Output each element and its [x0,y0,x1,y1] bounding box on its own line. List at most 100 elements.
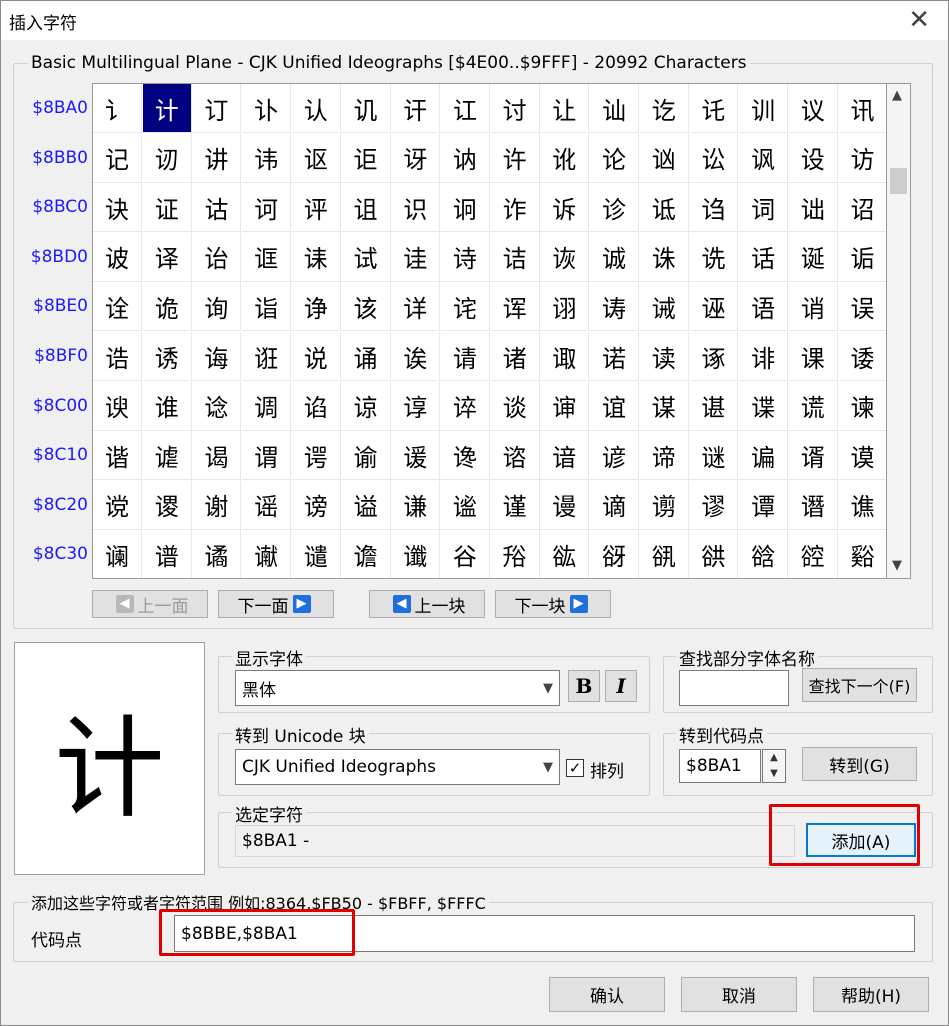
ok-button[interactable]: 确认 [549,977,665,1012]
char-cell[interactable]: 诲 [192,332,242,381]
char-cell[interactable]: 诜 [689,232,739,282]
char-cell[interactable]: 词 [739,183,789,233]
next-page-button[interactable]: 下一面 ▶ [218,590,334,618]
char-cell[interactable]: 讦 [391,84,441,133]
char-cell[interactable]: 诏 [838,183,886,233]
char-cell[interactable]: 谳 [242,530,292,578]
vertical-scrollbar[interactable]: ▲ ▼ [887,83,911,579]
char-cell[interactable]: 谼 [689,530,739,578]
cancel-button[interactable]: 取消 [681,977,797,1012]
char-cell[interactable]: 谐 [93,431,142,481]
char-cell[interactable]: 谹 [540,530,590,578]
goto-button[interactable]: 转到(G) [802,747,917,781]
char-cell[interactable]: 谠 [93,480,142,530]
char-cell[interactable]: 讶 [391,133,441,183]
char-cell[interactable]: 诺 [590,332,639,381]
char-cell[interactable]: 谞 [788,431,838,481]
close-icon[interactable]: ✕ [908,5,930,35]
code-point-input[interactable]: $8BA1 [679,749,761,783]
char-cell[interactable]: 诃 [242,183,292,233]
char-cell[interactable]: 讱 [142,133,192,183]
char-cell[interactable]: 谆 [391,381,441,431]
char-cell[interactable]: 语 [739,282,789,332]
italic-button[interactable]: I [605,670,637,702]
char-cell[interactable]: 讹 [540,133,590,183]
char-cell[interactable]: 讠 [93,84,142,133]
char-cell[interactable]: 计 [142,84,192,133]
display-font-select[interactable]: 黑体 ▼ [235,670,560,706]
spin-up-icon[interactable]: ▲ [763,750,785,766]
char-cell[interactable]: 谂 [192,381,242,431]
char-cell[interactable]: 诐 [93,232,142,282]
char-cell[interactable]: 记 [93,133,142,183]
char-cell[interactable]: 诞 [788,232,838,282]
char-cell[interactable]: 诒 [192,232,242,282]
char-cell[interactable]: 课 [788,332,838,381]
char-cell[interactable]: 诡 [142,282,192,332]
char-cell[interactable]: 谺 [590,530,639,578]
char-cell[interactable]: 诠 [93,282,142,332]
char-cell[interactable]: 谱 [143,530,192,578]
char-cell[interactable]: 谏 [838,382,886,431]
char-cell[interactable]: 谧 [440,480,490,530]
code-point-spinner[interactable]: ▲ ▼ [762,749,786,783]
char-cell[interactable]: 讨 [490,84,540,133]
help-button[interactable]: 帮助(H) [813,977,929,1012]
char-cell[interactable]: 诇 [440,183,490,233]
char-cell[interactable]: 谎 [788,381,838,431]
char-cell[interactable]: 谊 [590,381,639,431]
char-cell[interactable]: 谀 [93,381,142,431]
find-next-button[interactable]: 查找下一个(F) [802,668,917,702]
char-cell[interactable]: 让 [540,84,590,133]
char-cell[interactable]: 证 [142,183,192,233]
scroll-thumb[interactable] [890,168,907,194]
char-cell[interactable]: 订 [192,84,242,133]
char-cell[interactable]: 谾 [789,530,838,578]
char-cell[interactable]: 访 [838,134,886,183]
char-cell[interactable]: 谣 [242,480,292,530]
char-cell[interactable]: 谤 [291,480,341,530]
next-block-button[interactable]: 下一块 ▶ [495,590,611,618]
char-cell[interactable]: 诊 [590,183,639,233]
char-cell[interactable]: 谉 [540,381,590,431]
char-cell[interactable]: 谕 [341,431,391,481]
char-cell[interactable]: 谁 [142,381,192,431]
char-cell[interactable]: 诶 [391,332,441,381]
char-cell[interactable]: 讲 [192,133,242,183]
char-cell[interactable]: 谷 [441,530,490,578]
char-cell[interactable]: 谵 [342,530,391,578]
unicode-block-select[interactable]: CJK Unified Ideographs ▼ [235,749,560,785]
char-cell[interactable]: 谸 [491,530,540,578]
char-cell[interactable]: 误 [838,282,886,332]
char-cell[interactable]: 谓 [242,431,292,481]
char-cell[interactable]: 诬 [689,282,739,332]
char-cell[interactable]: 诘 [490,232,540,282]
char-cell[interactable]: 议 [788,84,838,133]
char-cell[interactable]: 谔 [291,431,341,481]
char-cell[interactable]: 诨 [490,282,540,332]
char-cell[interactable]: 诵 [341,332,391,381]
char-cell[interactable]: 谬 [689,480,739,530]
char-cell[interactable]: 讪 [590,84,639,133]
char-cell[interactable]: 说 [291,332,341,381]
char-cell[interactable]: 训 [739,84,789,133]
bold-button[interactable]: B [568,670,600,702]
char-cell[interactable]: 请 [440,332,490,381]
character-grid[interactable]: 讠计订讣认讥讦讧讨让讪讫讬训议讯记讱讲讳讴讵讶讷许讹论讻讼讽设访诀证诂诃评诅识诇… [92,83,887,579]
char-cell[interactable]: 讴 [291,133,341,183]
char-cell[interactable]: 谲 [192,530,242,578]
char-cell[interactable]: 读 [639,332,689,381]
char-cell[interactable]: 诛 [639,232,689,282]
char-cell[interactable]: 询 [192,282,242,332]
char-cell[interactable]: 谌 [689,381,739,431]
char-cell[interactable]: 谇 [440,381,490,431]
char-cell[interactable]: 调 [242,381,292,431]
char-cell[interactable]: 认 [291,84,341,133]
char-cell[interactable]: 诱 [142,332,192,381]
char-cell[interactable]: 诎 [788,183,838,233]
char-cell[interactable]: 谿 [839,530,887,578]
char-cell[interactable]: 设 [788,133,838,183]
char-cell[interactable]: 谥 [341,480,391,530]
char-cell[interactable]: 谄 [291,381,341,431]
char-cell[interactable]: 译 [142,232,192,282]
